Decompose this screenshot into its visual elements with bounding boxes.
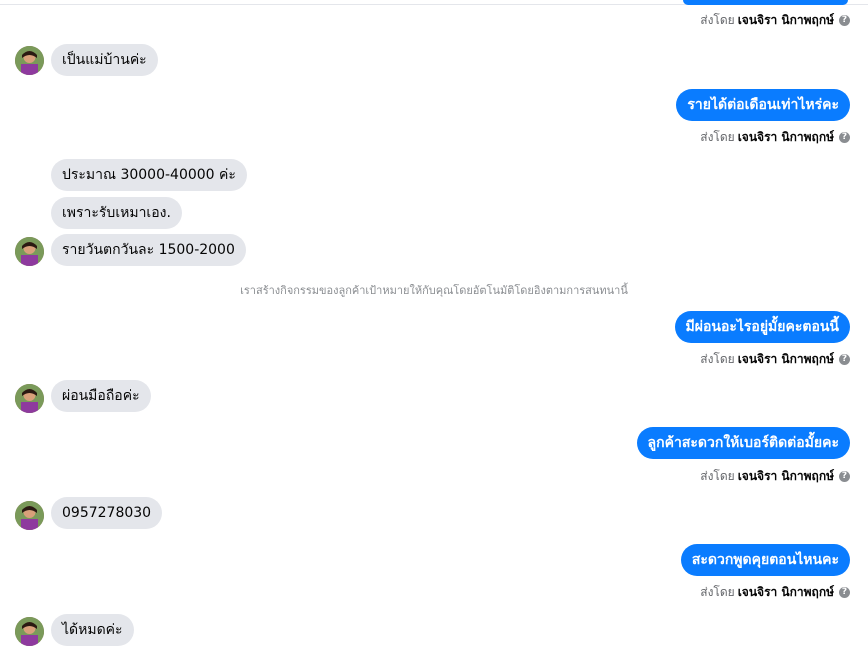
sent-by-line: ส่งโดย เจนจิรา นิกาพฤกษ์ ?: [700, 467, 850, 486]
avatar[interactable]: [15, 501, 44, 530]
previous-message-bubble[interactable]: [683, 0, 848, 5]
sent-by-line: ส่งโดย เจนจิรา นิกาพฤกษ์ ?: [700, 128, 850, 147]
sent-by-name[interactable]: เจนจิรา นิกาพฤกษ์: [738, 467, 834, 486]
avatar[interactable]: [15, 237, 44, 266]
message-bubble-incoming[interactable]: ผ่อนมือถือค่ะ: [51, 380, 151, 412]
message-bubble-incoming[interactable]: เพราะรับเหมาเอง.: [51, 197, 182, 229]
message-bubble-outgoing[interactable]: สะดวกพูดคุยตอนไหนคะ: [680, 544, 850, 576]
sent-by-prefix: ส่งโดย: [700, 130, 735, 144]
question-circle-icon[interactable]: ?: [839, 587, 850, 598]
question-circle-icon[interactable]: ?: [839, 132, 850, 143]
avatar[interactable]: [15, 384, 44, 413]
message-bubble-incoming[interactable]: รายวันตกวันละ 1500-2000: [51, 234, 246, 266]
avatar[interactable]: [15, 617, 44, 646]
sent-by-line: ส่งโดย เจนจิรา นิกาพฤกษ์ ?: [700, 350, 850, 369]
sent-by-line: ส่งโดย เจนจิรา นิกาพฤกษ์ ?: [700, 11, 850, 30]
message-bubble-incoming[interactable]: เป็นแม่บ้านค่ะ: [51, 44, 158, 76]
sent-by-prefix: ส่งโดย: [700, 469, 735, 483]
avatar[interactable]: [15, 46, 44, 75]
message-bubble-incoming[interactable]: ได้หมดค่ะ: [51, 614, 134, 646]
sent-by-line: ส่งโดย เจนจิรา นิกาพฤกษ์ ?: [700, 583, 850, 602]
question-circle-icon[interactable]: ?: [839, 15, 850, 26]
sent-by-name[interactable]: เจนจิรา นิกาพฤกษ์: [738, 11, 834, 30]
message-bubble-incoming[interactable]: 0957278030: [51, 497, 163, 529]
question-circle-icon[interactable]: ?: [839, 354, 850, 365]
question-circle-icon[interactable]: ?: [839, 471, 850, 482]
sent-by-name[interactable]: เจนจิรา นิกาพฤกษ์: [738, 583, 834, 602]
message-bubble-outgoing[interactable]: ลูกค้าสะดวกให้เบอร์ติดต่อมั้ยคะ: [636, 427, 850, 459]
sent-by-prefix: ส่งโดย: [700, 585, 735, 599]
message-bubble-outgoing[interactable]: รายได้ต่อเดือนเท่าไหร่คะ: [676, 89, 850, 121]
message-bubble-outgoing[interactable]: มีผ่อนอะไรอยู่มั้ยคะตอนนี้: [674, 311, 850, 343]
sent-by-prefix: ส่งโดย: [700, 13, 735, 27]
message-bubble-incoming[interactable]: ประมาณ 30000-40000 ค่ะ: [51, 159, 247, 191]
sent-by-name[interactable]: เจนจิรา นิกาพฤกษ์: [738, 350, 834, 369]
sent-by-name[interactable]: เจนจิรา นิกาพฤกษ์: [738, 128, 834, 147]
sent-by-prefix: ส่งโดย: [700, 352, 735, 366]
automation-notice: เราสร้างกิจกรรมของลูกค้าเป้าหมายให้กับคุ…: [240, 284, 628, 297]
